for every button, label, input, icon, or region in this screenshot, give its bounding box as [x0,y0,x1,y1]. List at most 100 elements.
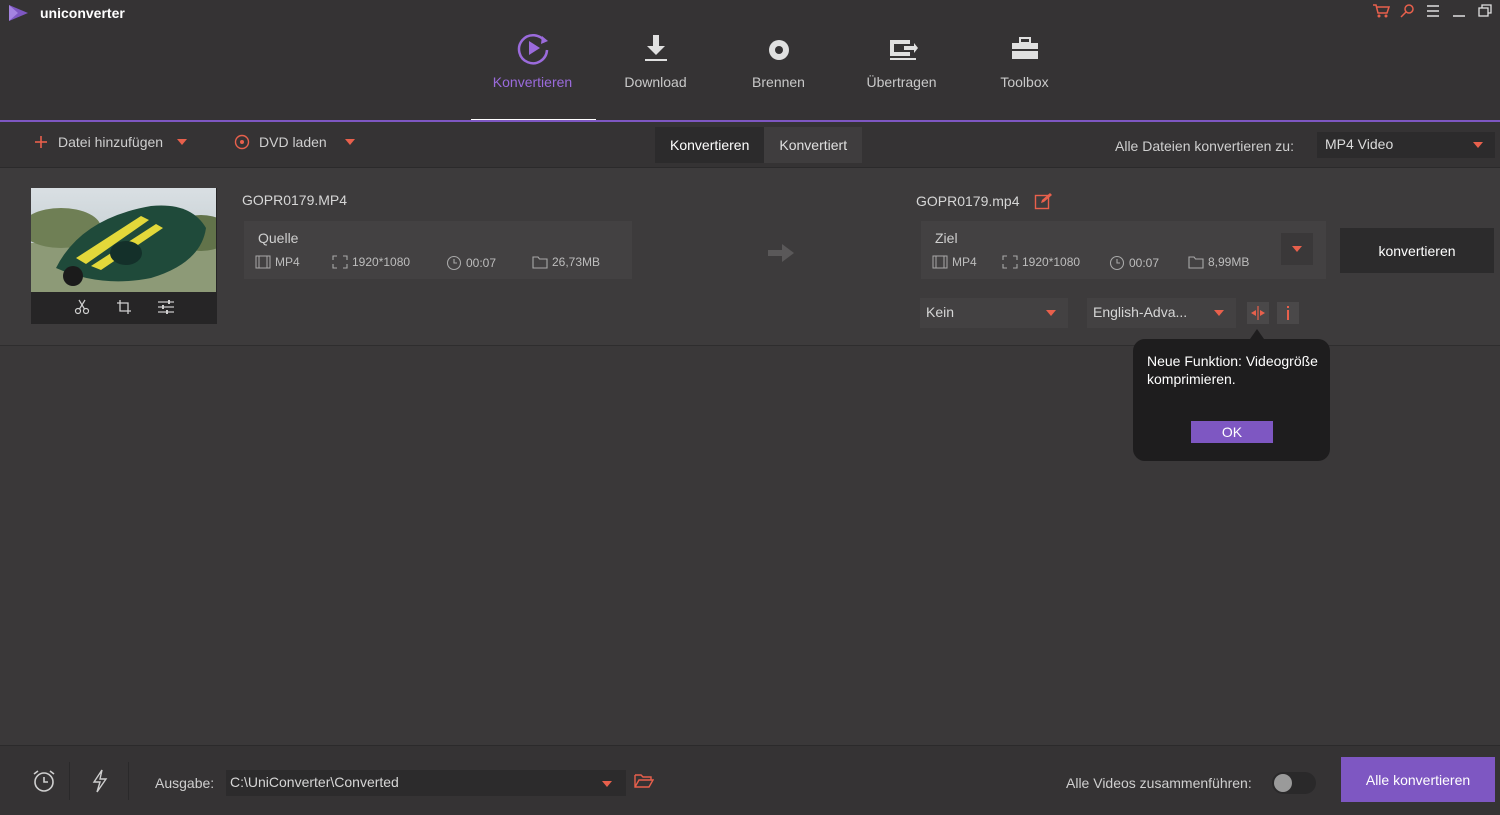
tab-label: Brennen [752,74,805,90]
add-file-button[interactable]: Datei hinzufügen [34,134,188,150]
toolbox-icon [1011,37,1038,59]
source-info: Quelle MP4 1920*1080 00:07 26,73MB [244,221,632,279]
source-format: MP4 [255,255,300,269]
chevron-down-icon[interactable] [344,139,355,145]
target-format: MP4 [932,255,977,269]
menu-icon[interactable] [1424,2,1442,20]
film-icon [255,255,271,269]
download-icon [644,35,667,61]
main-nav: Konvertieren Download Brennen Übertragen… [471,28,1086,122]
target-size-value: 8,99MB [1208,255,1250,269]
subtitle-select[interactable]: Kein [920,298,1068,328]
segment-converted[interactable]: Konvertiert [764,127,863,163]
restore-icon[interactable] [1476,2,1494,20]
target-duration-value: 00:07 [1129,256,1160,270]
source-resolution: 1920*1080 [332,255,410,269]
key-icon[interactable] [1398,2,1416,20]
load-dvd-label: DVD laden [259,134,327,150]
video-thumbnail-panel [31,188,217,324]
scissors-icon[interactable] [73,298,91,316]
clock-icon [446,255,462,271]
dvd-icon [234,134,250,150]
audio-track-select[interactable]: English-Adva... [1087,298,1236,328]
chevron-down-icon [602,781,612,787]
divider [69,762,70,800]
tab-label: Konvertieren [492,74,573,90]
tab-toolbox[interactable]: Toolbox [963,28,1086,120]
target-format-dropdown[interactable] [1281,233,1313,265]
target-format-value: MP4 [952,255,977,269]
schedule-button[interactable] [31,768,57,794]
folder-icon [1188,256,1204,269]
tab-brennen[interactable]: Brennen [717,28,840,120]
info-button[interactable] [1277,302,1299,324]
tab-label: Übertragen [866,74,937,90]
tab-konvertieren[interactable]: Konvertieren [471,28,596,122]
window-controls [1372,2,1494,20]
target-info: Ziel MP4 1920*1080 00:07 8,99MB [921,221,1326,279]
folder-icon [532,256,548,269]
subtitle-value: Kein [926,304,955,320]
logo-icon [9,5,28,21]
target-title: Ziel [935,230,958,246]
cart-icon[interactable] [1372,2,1390,20]
source-duration: 00:07 [446,255,496,271]
convert-icon [517,34,548,65]
toggle-knob [1274,774,1292,792]
load-dvd-button[interactable]: DVD laden [234,134,355,150]
target-file-name: GOPR0179.mp4 [916,193,1020,209]
minimize-icon[interactable] [1450,2,1468,20]
output-format-select[interactable]: MP4 Video [1317,132,1495,158]
top-header: uniconverter Konvertieren Download Brenn… [0,0,1500,122]
tooltip-ok-button[interactable]: OK [1191,421,1273,443]
feature-tooltip: Neue Funktion: Videogröße komprimieren. … [1133,329,1330,461]
compress-icon [1251,306,1265,320]
divider [128,762,129,800]
convert-button[interactable]: konvertieren [1340,228,1494,273]
audio-track-value: English-Adva... [1093,304,1188,320]
compress-button[interactable] [1247,302,1269,324]
source-duration-value: 00:07 [466,256,497,270]
source-file-name: GOPR0179.MP4 [242,192,348,208]
speed-button[interactable] [87,768,113,794]
transfer-icon [889,40,918,60]
open-folder-button[interactable] [631,768,657,794]
target-duration: 00:07 [1109,255,1159,271]
chevron-down-icon[interactable] [177,139,188,145]
resolution-icon [332,255,348,269]
chevron-down-icon [1292,246,1302,252]
output-path-value: C:\UniConverter\Converted [230,774,399,790]
film-icon [932,255,948,269]
merge-label: Alle Videos zusammenführen: [1066,775,1252,791]
toolbar: Datei hinzufügen DVD laden Konvertieren … [0,122,1500,168]
thumbnail-tools [31,298,217,316]
convert-all-to-label: Alle Dateien konvertieren zu: [1115,138,1294,154]
convert-all-button[interactable]: Alle konvertieren [1341,757,1495,802]
segment-converting[interactable]: Konvertieren [655,127,765,163]
output-path-select[interactable]: C:\UniConverter\Converted [226,770,626,796]
tab-label: Toolbox [1000,74,1049,90]
chevron-down-icon [1046,310,1056,316]
app-logo: uniconverter [6,4,125,22]
lightning-icon [92,769,108,793]
bottom-bar: Ausgabe: C:\UniConverter\Converted Alle … [0,745,1500,815]
target-resolution: 1920*1080 [1002,255,1080,269]
source-size-value: 26,73MB [552,255,601,269]
add-file-label: Datei hinzufügen [58,134,164,150]
info-icon [1287,306,1289,320]
edit-icon[interactable] [1034,192,1052,210]
crop-icon[interactable] [115,298,133,316]
resolution-icon [1002,255,1018,269]
output-label: Ausgabe: [155,775,215,791]
tab-label: Download [624,74,687,90]
tooltip-text: Neue Funktion: Videogröße komprimieren. [1147,353,1318,387]
tab-uebertragen[interactable]: Übertragen [840,28,963,120]
chevron-down-icon [1214,310,1224,316]
video-thumbnail[interactable] [31,188,216,292]
merge-toggle[interactable] [1272,772,1316,794]
tab-download[interactable]: Download [594,28,717,120]
target-size: 8,99MB [1188,255,1249,269]
chevron-down-icon [1473,142,1483,148]
adjust-icon[interactable] [157,298,175,316]
app-name: uniconverter [40,5,125,21]
